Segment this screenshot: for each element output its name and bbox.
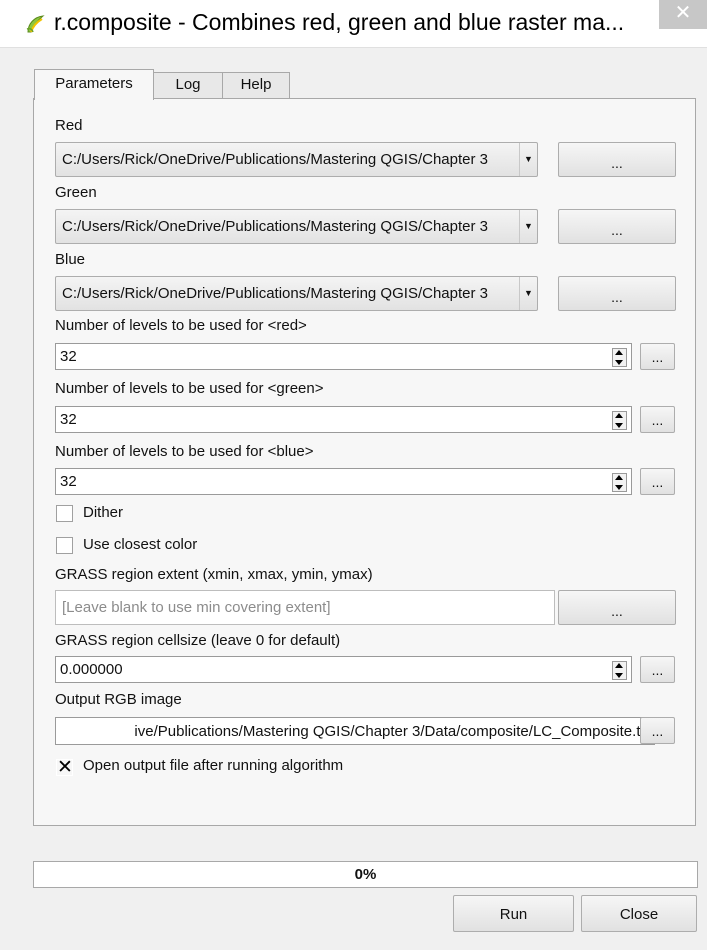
blue-layer-select[interactable]: C:/Users/Rick/OneDrive/Publications/Mast… [55,276,538,311]
region-extent-input[interactable] [56,591,554,624]
tab-help[interactable]: Help [222,72,290,98]
spin-arrows-icon[interactable] [612,348,627,367]
red-label: Red [55,117,83,134]
window-title: r.composite - Combines red, green and bl… [54,9,625,35]
output-path-value: ive/Publications/Mastering QGIS/Chapter … [134,723,648,740]
spin-arrows-icon[interactable] [612,411,627,430]
dither-checkbox[interactable] [56,505,73,522]
region-extent-label: GRASS region extent (xmin, xmax, ymin, y… [55,566,373,583]
region-extent-browse-button[interactable]: ... [558,590,676,625]
levels-green-value: 32 [60,411,77,428]
open-output-checkbox[interactable]: ✕ [56,757,73,778]
green-layer-select[interactable]: C:/Users/Rick/OneDrive/Publications/Mast… [55,209,538,244]
blue-layer-value: C:/Users/Rick/OneDrive/Publications/Mast… [62,285,488,302]
red-layer-select[interactable]: C:/Users/Rick/OneDrive/Publications/Mast… [55,142,538,177]
levels-blue-spinbox[interactable]: 32 [55,468,632,495]
run-button[interactable]: Run [453,895,574,932]
chevron-down-icon[interactable]: ▼ [519,143,537,176]
spin-arrows-icon[interactable] [612,473,627,492]
blue-label: Blue [55,251,86,268]
progress-bar: 0% [33,861,698,888]
output-label: Output RGB image [55,691,182,708]
spin-arrows-icon[interactable] [612,661,627,680]
green-layer-value: C:/Users/Rick/OneDrive/Publications/Mast… [62,218,488,235]
green-browse-button[interactable]: ... [558,209,676,244]
levels-green-spinbox[interactable]: 32 [55,406,632,433]
title-bar: r.composite - Combines red, green and bl… [0,0,707,48]
window-close-button[interactable]: ✕ [659,0,707,29]
progress-text: 0% [354,866,377,883]
tab-log[interactable]: Log [153,72,223,98]
output-path-field[interactable]: ive/Publications/Mastering QGIS/Chapter … [55,717,655,745]
levels-blue-browse-button[interactable]: ... [640,468,675,495]
levels-green-browse-button[interactable]: ... [640,406,675,433]
chevron-down-icon[interactable]: ▼ [519,277,537,310]
dither-label: Dither [83,504,124,521]
blue-browse-button[interactable]: ... [558,276,676,311]
check-mark-icon: ✕ [57,757,73,778]
levels-green-label: Number of levels to be used for <green> [55,380,324,397]
levels-red-value: 32 [60,348,77,365]
close-button[interactable]: Close [581,895,697,932]
open-output-label: Open output file after running algorithm [83,757,344,774]
tab-parameters[interactable]: Parameters [34,69,154,100]
green-label: Green [55,184,97,201]
levels-red-browse-button[interactable]: ... [640,343,675,370]
levels-blue-value: 32 [60,473,77,490]
cellsize-label: GRASS region cellsize (leave 0 for defau… [55,632,341,649]
red-browse-button[interactable]: ... [558,142,676,177]
output-browse-button[interactable]: ... [640,717,675,744]
chevron-down-icon[interactable]: ▼ [519,210,537,243]
cellsize-spinbox[interactable]: 0.000000 [55,656,632,683]
levels-blue-label: Number of levels to be used for <blue> [55,443,314,460]
levels-red-spinbox[interactable]: 32 [55,343,632,370]
cellsize-value: 0.000000 [60,661,123,678]
qgis-grass-icon [24,13,46,35]
levels-red-label: Number of levels to be used for <red> [55,317,307,334]
closest-color-label: Use closest color [83,536,198,553]
red-layer-value: C:/Users/Rick/OneDrive/Publications/Mast… [62,151,488,168]
closest-color-checkbox[interactable] [56,537,73,554]
cellsize-browse-button[interactable]: ... [640,656,675,683]
region-extent-field[interactable] [55,590,555,625]
